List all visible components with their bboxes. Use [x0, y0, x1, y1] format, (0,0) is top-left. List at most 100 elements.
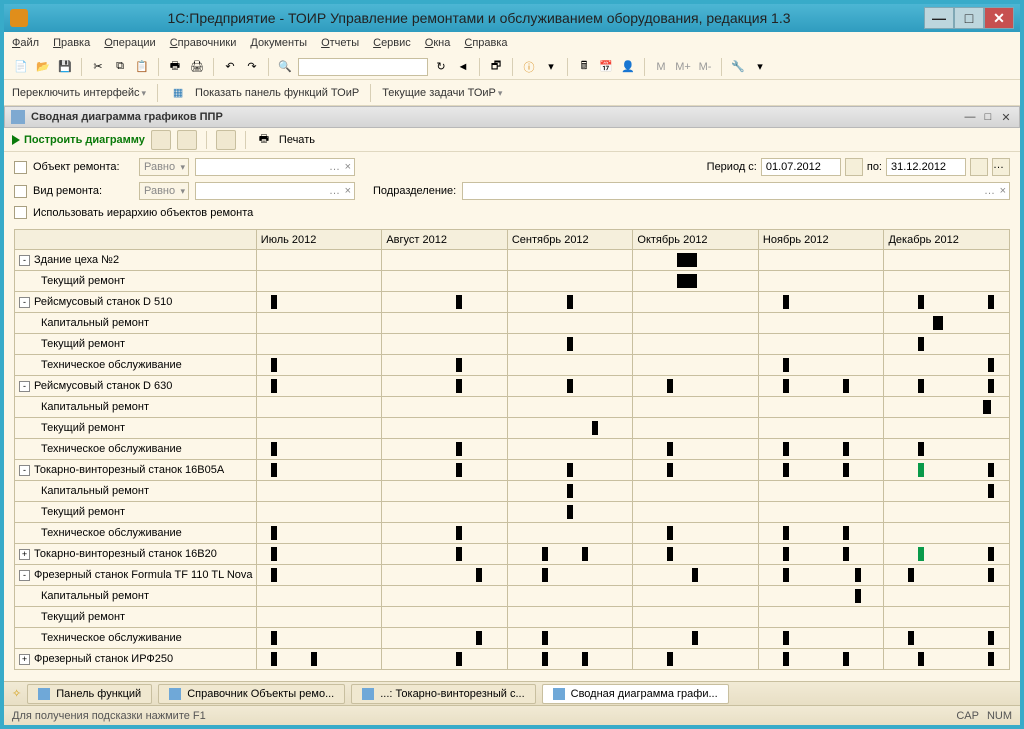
- gantt-bar[interactable]: [783, 358, 789, 372]
- settings-icon[interactable]: 🔧: [729, 58, 747, 76]
- search-input[interactable]: [298, 58, 428, 76]
- gantt-bar[interactable]: [456, 526, 462, 540]
- redo-icon[interactable]: ↷: [243, 58, 261, 76]
- star-icon[interactable]: ✧: [12, 687, 21, 700]
- gantt-row[interactable]: Техническое обслуживание: [15, 523, 1010, 544]
- panel-min-button[interactable]: —: [963, 110, 977, 124]
- save-icon[interactable]: 💾: [56, 58, 74, 76]
- menu-item[interactable]: Окна: [425, 37, 451, 49]
- windows-icon[interactable]: 🗗: [487, 58, 505, 76]
- gantt-bar[interactable]: [988, 295, 994, 309]
- gantt-bar[interactable]: [843, 526, 849, 540]
- gantt-area[interactable]: Июль 2012Август 2012Сентябрь 2012Октябрь…: [4, 225, 1020, 681]
- tree-toggle-button[interactable]: +: [19, 654, 30, 665]
- gantt-bar[interactable]: [908, 568, 914, 582]
- gantt-bar[interactable]: [582, 547, 588, 561]
- gantt-bar[interactable]: [692, 568, 698, 582]
- open-icon[interactable]: 📂: [34, 58, 52, 76]
- gantt-bar[interactable]: [783, 463, 789, 477]
- m-icon[interactable]: M: [652, 58, 670, 76]
- gantt-bar[interactable]: [271, 379, 277, 393]
- gantt-bar[interactable]: [667, 526, 673, 540]
- gantt-bar[interactable]: [271, 568, 277, 582]
- gantt-bar[interactable]: [582, 652, 588, 666]
- menu-item[interactable]: Правка: [53, 37, 90, 49]
- gantt-row[interactable]: +Токарно-винторезный станок 16В20: [15, 544, 1010, 565]
- cut-icon[interactable]: ✂: [89, 58, 107, 76]
- gantt-bar[interactable]: [783, 442, 789, 456]
- gantt-bar[interactable]: [855, 589, 861, 603]
- printer-icon[interactable]: 🖶: [255, 131, 273, 149]
- gantt-bar[interactable]: [567, 484, 573, 498]
- current-tasks-link[interactable]: Текущие задачи ТОиР▾: [382, 87, 502, 99]
- gantt-bar[interactable]: [983, 400, 991, 414]
- help-dd-icon[interactable]: ▾: [542, 58, 560, 76]
- print-icon[interactable]: 🖶: [166, 58, 184, 76]
- gantt-row[interactable]: Капитальный ремонт: [15, 586, 1010, 607]
- gantt-bar[interactable]: [918, 295, 924, 309]
- gantt-bar[interactable]: [271, 652, 277, 666]
- user-icon[interactable]: 👤: [619, 58, 637, 76]
- gantt-bar[interactable]: [843, 547, 849, 561]
- gantt-bar[interactable]: [692, 631, 698, 645]
- print-preview-icon[interactable]: 🖨: [188, 58, 206, 76]
- hierarchy-checkbox[interactable]: [14, 206, 27, 219]
- gantt-bar[interactable]: [667, 547, 673, 561]
- gantt-bar[interactable]: [918, 463, 924, 477]
- gantt-bar[interactable]: [783, 547, 789, 561]
- gantt-row[interactable]: Текущий ремонт: [15, 271, 1010, 292]
- gantt-bar[interactable]: [908, 631, 914, 645]
- gantt-bar[interactable]: [271, 442, 277, 456]
- gantt-bar[interactable]: [667, 442, 673, 456]
- window-tab[interactable]: Справочник Объекты ремо...: [158, 684, 345, 704]
- gantt-bar[interactable]: [855, 568, 861, 582]
- panel-icon[interactable]: ▦: [169, 84, 187, 102]
- gantt-bar[interactable]: [677, 274, 697, 288]
- gantt-bar[interactable]: [476, 631, 482, 645]
- gantt-bar[interactable]: [271, 358, 277, 372]
- panel-max-button[interactable]: □: [981, 110, 995, 124]
- paste-icon[interactable]: 📋: [133, 58, 151, 76]
- window-tab[interactable]: Сводная диаграмма графи...: [542, 684, 729, 704]
- gantt-bar[interactable]: [918, 442, 924, 456]
- period-picker-button[interactable]: …: [992, 158, 1010, 176]
- gantt-row[interactable]: Текущий ремонт: [15, 334, 1010, 355]
- collapse-all-button[interactable]: [177, 130, 197, 150]
- gantt-bar[interactable]: [271, 463, 277, 477]
- gantt-bar[interactable]: [783, 526, 789, 540]
- gantt-row[interactable]: Капитальный ремонт: [15, 481, 1010, 502]
- save-settings-button[interactable]: [216, 130, 236, 150]
- gantt-row[interactable]: -Рейсмусовый станок D 630: [15, 376, 1010, 397]
- tree-toggle-button[interactable]: -: [19, 570, 30, 581]
- gantt-bar[interactable]: [988, 631, 994, 645]
- gantt-row[interactable]: -Рейсмусовый станок D 510: [15, 292, 1010, 313]
- gantt-bar[interactable]: [456, 379, 462, 393]
- gantt-row[interactable]: Капитальный ремонт: [15, 313, 1010, 334]
- gantt-bar[interactable]: [567, 379, 573, 393]
- gantt-bar[interactable]: [988, 547, 994, 561]
- gantt-row[interactable]: Техническое обслуживание: [15, 439, 1010, 460]
- gantt-bar[interactable]: [456, 358, 462, 372]
- refresh-icon[interactable]: ↻: [432, 58, 450, 76]
- gantt-bar[interactable]: [271, 631, 277, 645]
- gantt-bar[interactable]: [843, 463, 849, 477]
- gantt-bar[interactable]: [667, 652, 673, 666]
- gantt-bar[interactable]: [456, 463, 462, 477]
- object-checkbox[interactable]: [14, 161, 27, 174]
- gantt-bar[interactable]: [783, 568, 789, 582]
- gantt-bar[interactable]: [843, 442, 849, 456]
- close-button[interactable]: ✕: [984, 7, 1014, 29]
- gantt-bar[interactable]: [918, 379, 924, 393]
- gantt-bar[interactable]: [542, 568, 548, 582]
- calendar-icon[interactable]: 📅: [597, 58, 615, 76]
- gantt-bar[interactable]: [988, 568, 994, 582]
- window-tab[interactable]: ...: Токарно-винторезный с...: [351, 684, 535, 704]
- object-op-combo[interactable]: Равно: [139, 158, 189, 176]
- calc-icon[interactable]: 🖩: [575, 58, 593, 76]
- gantt-row[interactable]: +Фрезерный станок ИРФ250: [15, 649, 1010, 670]
- gantt-bar[interactable]: [988, 484, 994, 498]
- show-panel-link[interactable]: Показать панель функций ТОиР: [195, 87, 359, 99]
- gantt-bar[interactable]: [592, 421, 598, 435]
- gantt-bar[interactable]: [456, 442, 462, 456]
- gantt-bar[interactable]: [783, 379, 789, 393]
